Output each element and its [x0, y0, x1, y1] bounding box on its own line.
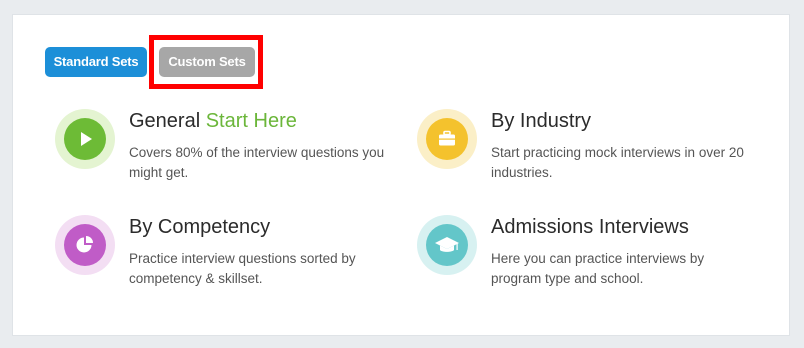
general-description: Covers 80% of the interview questions yo… [129, 145, 385, 180]
play-icon[interactable] [55, 109, 115, 169]
start-here-link[interactable]: Start Here [206, 110, 297, 132]
general-title-text: General [129, 110, 201, 132]
admissions-title[interactable]: Admissions Interviews [491, 215, 689, 239]
briefcase-icon[interactable] [417, 109, 477, 169]
custom-sets-highlight [149, 35, 263, 89]
pie-chart-icon[interactable] [55, 215, 115, 275]
industry-description: Start practicing mock interviews in over… [491, 145, 744, 180]
admissions-set-item[interactable]: Admissions Interviews Here you can pract… [417, 215, 747, 305]
competency-set-item[interactable]: By Competency Practice interview questio… [55, 215, 385, 305]
standard-sets-button[interactable]: Standard Sets [45, 47, 147, 77]
competency-description: Practice interview questions sorted by c… [129, 251, 356, 286]
admissions-description: Here you can practice interviews by prog… [491, 251, 705, 286]
industry-set-item[interactable]: By Industry Start practicing mock interv… [417, 109, 747, 199]
question-sets-panel: Standard Sets Custom Sets General Start … [12, 14, 790, 336]
graduation-cap-icon[interactable] [417, 215, 477, 275]
industry-title[interactable]: By Industry [491, 109, 591, 133]
competency-title[interactable]: By Competency [129, 215, 270, 239]
general-title[interactable]: General Start Here [129, 109, 297, 133]
general-set-item[interactable]: General Start Here Covers 80% of the int… [55, 109, 385, 199]
